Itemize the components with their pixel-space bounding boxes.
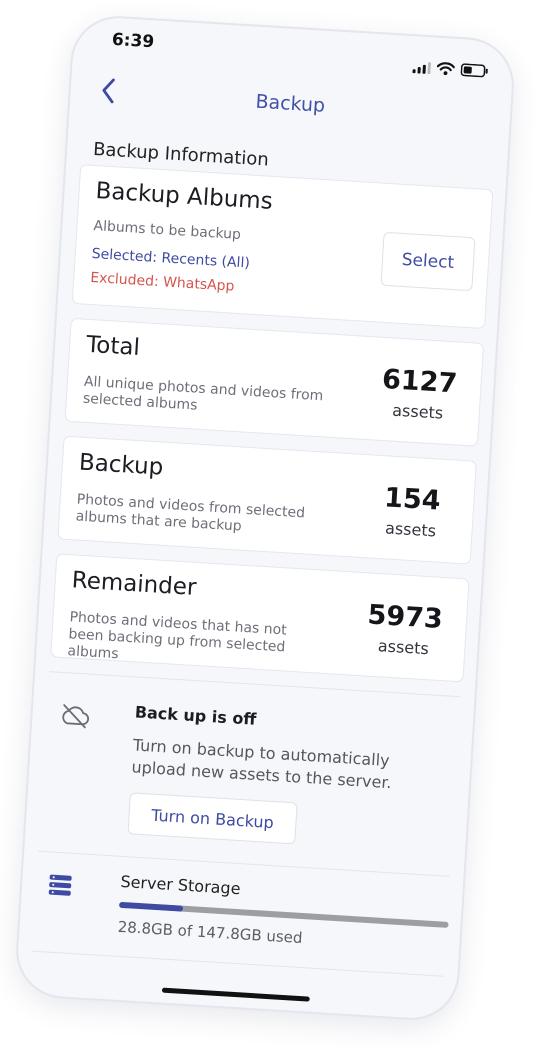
backup-albums-card: Backup Albums Albums to be backup Select… [71,164,494,330]
asset-unit: assets [384,518,437,541]
asset-unit: assets [391,400,444,423]
battery-icon [460,63,488,78]
card-description: Photos and videos that has not been back… [67,609,288,663]
page-title: Backup [254,90,326,117]
backup-off-description: Turn on backup to automatically upload n… [130,735,393,793]
selected-albums-text: Selected: Recents (All) [91,245,251,272]
card-description: Photos and videos from selected albums t… [75,491,306,535]
status-time: 6:39 [111,29,155,53]
wifi-icon [436,62,455,76]
storage-title: Server Storage [119,871,242,899]
card-heading: Remainder [71,567,198,601]
card-heading: Backup [78,449,164,481]
backup-count-card: Backup Photos and videos from selected a… [57,435,477,565]
excluded-albums-text: Excluded: WhatsApp [89,269,235,295]
server-storage-section: Server Storage 28.8GB of 147.8GB used [19,862,463,969]
backup-status-section: Back up is off Turn on backup to automat… [26,674,474,851]
status-icons [412,60,489,78]
backup-off-title: Back up is off [134,702,257,729]
turn-on-backup-button[interactable]: Turn on Backup [127,792,298,845]
asset-unit: assets [377,636,430,659]
card-heading: Total [85,331,141,362]
asset-count: 6127 [381,363,459,400]
select-albums-button[interactable]: Select [380,231,476,292]
storage-progress-fill [118,901,184,912]
signal-icon [412,61,432,74]
asset-count: 154 [383,482,442,517]
database-icon [48,874,72,896]
total-card: Total All unique photos and videos from … [64,317,485,447]
card-description: Albums to be backup [93,218,242,243]
phone-screen: 6:39 Backup Backup Information Backup Al… [15,15,515,1021]
cloud-off-icon [62,704,90,729]
card-description: All unique photos and videos from select… [82,373,324,414]
storage-used-text: 28.8GB of 147.8GB used [117,917,303,948]
asset-count: 5973 [366,599,444,636]
home-indicator [161,987,310,1002]
remainder-card: Remainder Photos and videos that has not… [50,553,470,683]
card-heading: Backup Albums [94,178,274,215]
